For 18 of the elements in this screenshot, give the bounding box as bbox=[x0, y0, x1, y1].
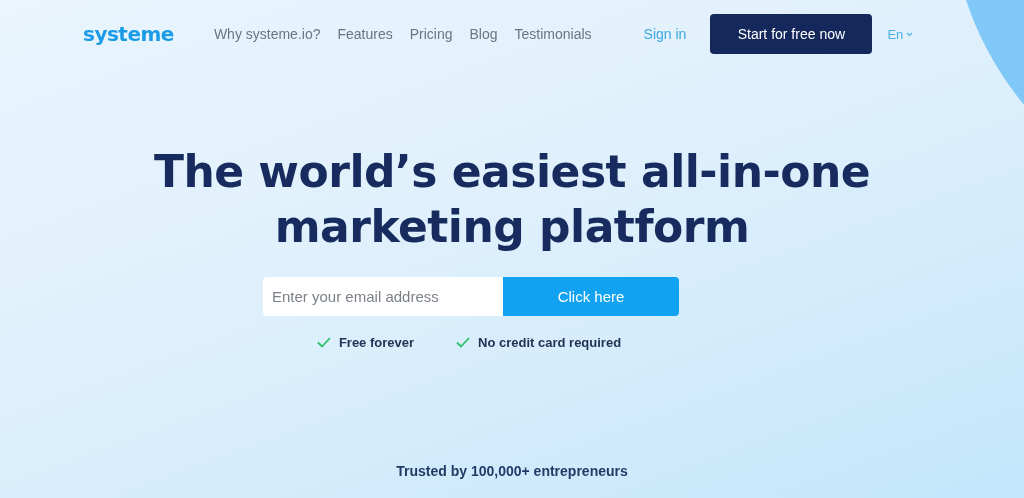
nav-link[interactable]: Pricing bbox=[409, 26, 453, 42]
headline: The world’s easiest all-in-one bbox=[153, 145, 871, 199]
sign-in-link[interactable]: Sign in bbox=[643, 26, 687, 42]
submit-button[interactable]: Click here bbox=[503, 277, 679, 316]
nav-link[interactable]: Features bbox=[337, 26, 393, 42]
benefit-text: Free forever bbox=[338, 335, 415, 350]
check-icon bbox=[456, 337, 471, 348]
nav-link[interactable]: Why systeme.io? bbox=[213, 26, 321, 42]
nav-link[interactable]: Blog bbox=[469, 26, 498, 42]
email-field[interactable]: Enter your email address bbox=[263, 277, 503, 316]
check-icon bbox=[316, 337, 331, 348]
start-button[interactable]: Start for free now bbox=[710, 14, 873, 54]
nav-link[interactable]: Testimonials bbox=[514, 26, 592, 42]
headline: marketing platform bbox=[273, 200, 751, 254]
logo[interactable]: systeme bbox=[83, 22, 174, 46]
benefit-text: No credit card required bbox=[478, 335, 622, 350]
trust-text: Trusted by 100,000+ entrepreneurs bbox=[396, 463, 628, 479]
chevron-icon bbox=[906, 31, 914, 37]
